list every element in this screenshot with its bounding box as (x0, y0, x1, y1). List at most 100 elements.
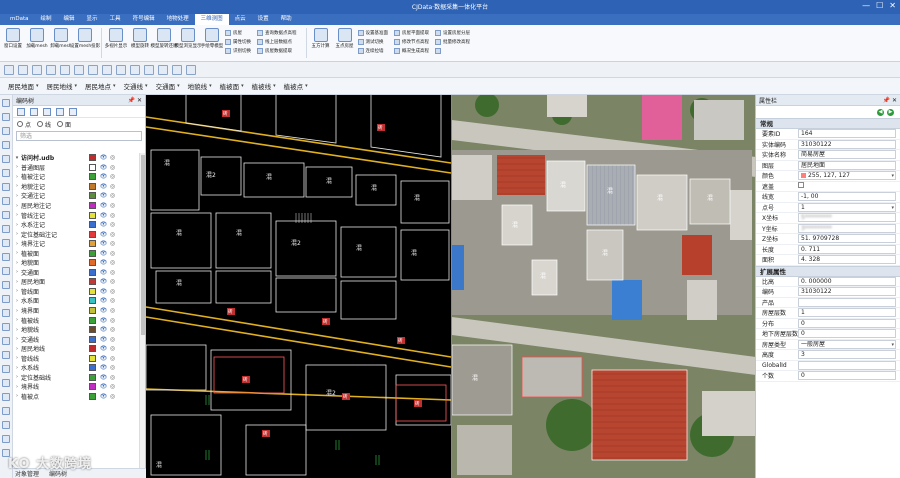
side-tool-icon[interactable] (2, 127, 10, 135)
lock-icon[interactable]: ◎ (108, 336, 117, 343)
side-tool-icon[interactable] (2, 197, 10, 205)
side-tool-icon[interactable] (2, 337, 10, 345)
lock-icon[interactable]: ◎ (108, 164, 117, 171)
side-tool-icon[interactable] (2, 169, 10, 177)
expand-icon[interactable]: › (13, 298, 21, 304)
side-tool-icon[interactable] (2, 295, 10, 303)
expand-icon[interactable]: › (13, 308, 21, 314)
menu-item-3[interactable]: 显示 (81, 14, 104, 25)
expand-icon[interactable]: › (13, 193, 21, 199)
expand-icon[interactable]: › (13, 374, 21, 380)
quick-tool-icon[interactable] (32, 64, 42, 75)
lock-icon[interactable]: ◎ (108, 326, 117, 333)
maximize-button[interactable]: ☐ (876, 1, 883, 10)
menu-item-7[interactable]: 三维测图 (194, 14, 229, 25)
ribbon-small-button[interactable]: 概况生成高程 (394, 47, 429, 54)
menu-item-2[interactable]: 编辑 (58, 14, 81, 25)
visibility-eye-icon[interactable]: 👁 (99, 231, 108, 238)
menu-item-1[interactable]: 绘制 (35, 14, 58, 25)
lock-icon[interactable]: ◎ (108, 154, 117, 161)
quick-tool-icon[interactable] (158, 64, 168, 75)
property-value[interactable]: 31030122 (798, 139, 896, 149)
side-tool-icon[interactable] (2, 141, 10, 149)
visibility-eye-icon[interactable]: 👁 (99, 336, 108, 343)
visibility-eye-icon[interactable]: 👁 (99, 259, 108, 266)
layer-row[interactable]: › 水系注记 👁 ◎ (13, 220, 139, 230)
expand-icon[interactable]: › (13, 174, 21, 180)
expand-icon[interactable]: › (13, 164, 21, 170)
visibility-eye-icon[interactable]: 👁 (99, 173, 108, 180)
side-tool-icon[interactable] (2, 393, 10, 401)
side-tool-icon[interactable] (2, 267, 10, 275)
ribbon-button-ribbon-big-7[interactable]: 模型浏览显示 (175, 28, 202, 60)
expand-icon[interactable]: › (13, 393, 21, 399)
expand-icon[interactable]: › (13, 288, 21, 294)
layer-row[interactable]: › 境界面 👁 ◎ (13, 306, 139, 316)
ribbon-button-ribbon-big_2-1[interactable]: 五点房屋 (334, 28, 356, 60)
side-tool-icon[interactable] (2, 379, 10, 387)
layer-quick-item[interactable]: 地貌线 ▾ (184, 81, 216, 91)
layer-list-scrollbar[interactable] (139, 153, 145, 469)
ribbon-button-ribbon-big-5[interactable]: 模型旋转 (129, 28, 151, 60)
ribbon-small-button[interactable]: 设置基准面 (357, 29, 388, 36)
expand-icon[interactable]: › (13, 327, 21, 333)
menu-item-4[interactable]: 工具 (104, 14, 127, 25)
quick-tool-icon[interactable] (46, 64, 56, 75)
ribbon-small-button[interactable]: 查询数据点高程 (257, 29, 297, 36)
mask-checkbox[interactable] (798, 182, 804, 189)
layer-quick-item[interactable]: 居民地线 ▾ (43, 81, 82, 91)
lock-icon[interactable]: ◎ (108, 183, 117, 190)
lock-icon[interactable]: ◎ (108, 393, 117, 400)
layer-row[interactable]: › 定位基础线 👁 ◎ (13, 373, 139, 383)
property-value[interactable]: 居民地面 (798, 160, 896, 170)
property-value[interactable]: 31030122 (798, 287, 896, 297)
property-value[interactable]: 0 (798, 371, 896, 381)
side-tool-icon[interactable] (2, 407, 10, 415)
side-tool-icon[interactable] (2, 351, 10, 359)
radio-polygon[interactable]: 面 (57, 120, 71, 129)
quick-tool-icon[interactable] (172, 64, 182, 75)
layer-row[interactable]: › 居民地面 👁 ◎ (13, 277, 139, 287)
layer-row[interactable]: › 境界线 👁 ◎ (13, 382, 139, 392)
aerial-imagery-canvas[interactable]: 混混混 混混混混混 (452, 95, 755, 478)
lock-icon[interactable]: ◎ (108, 192, 117, 199)
side-tool-icon[interactable] (2, 253, 10, 261)
quick-tool-icon[interactable] (4, 64, 14, 75)
expand-icon[interactable]: › (13, 241, 21, 247)
visibility-eye-icon[interactable]: 👁 (99, 288, 108, 295)
layer-row[interactable]: › 管线面 👁 ◎ (13, 287, 139, 297)
layer-row[interactable]: › 地貌注记 👁 ◎ (13, 182, 139, 192)
ribbon-button-ribbon-big-4[interactable]: 多视片显示 (105, 28, 127, 60)
expand-icon[interactable]: › (13, 336, 21, 342)
expand-icon[interactable]: › (13, 203, 21, 209)
expand-icon[interactable]: › (13, 384, 21, 390)
aerial-imagery-view[interactable]: 混混混混混混混混 (451, 95, 755, 478)
visibility-eye-icon[interactable]: 👁 (99, 192, 108, 199)
property-value[interactable]: 3 (798, 350, 896, 360)
visibility-eye-icon[interactable]: 👁 (99, 269, 108, 276)
side-tool-icon[interactable] (2, 365, 10, 373)
expand-icon[interactable]: › (13, 346, 21, 352)
tree-view-icon[interactable] (30, 107, 38, 116)
layer-row[interactable]: › 植被点 👁 ◎ (13, 392, 139, 402)
layer-row[interactable]: › 地貌面 👁 ◎ (13, 258, 139, 268)
property-value[interactable]: 5********* (798, 213, 896, 223)
lock-icon[interactable]: ◎ (108, 202, 117, 209)
quick-tool-icon[interactable] (102, 64, 112, 75)
side-tool-icon[interactable] (2, 435, 10, 443)
ribbon-button-ribbon-big-1[interactable]: 加载mesh (26, 28, 48, 60)
ribbon-button-ribbon-big-8[interactable]: 手绘零模型 (201, 28, 223, 60)
quick-tool-icon[interactable] (88, 64, 98, 75)
lock-icon[interactable]: ◎ (108, 259, 117, 266)
layer-quick-item[interactable]: 植被面 ▾ (216, 81, 248, 91)
ribbon-small-button[interactable]: 设置房屋分层 (435, 29, 470, 36)
lock-icon[interactable]: ◎ (108, 374, 117, 381)
layer-row[interactable]: › 定位基础注记 👁 ◎ (13, 229, 139, 239)
visibility-eye-icon[interactable]: 👁 (99, 355, 108, 362)
menu-item-5[interactable]: 符号编辑 (127, 14, 161, 25)
prev-feature-button[interactable]: ◀ (877, 108, 884, 116)
collapse-icon[interactable]: ▾ (13, 155, 21, 161)
refresh-icon[interactable] (69, 107, 77, 116)
side-tool-icon[interactable] (2, 155, 10, 163)
visibility-eye-icon[interactable]: 👁 (99, 307, 108, 314)
